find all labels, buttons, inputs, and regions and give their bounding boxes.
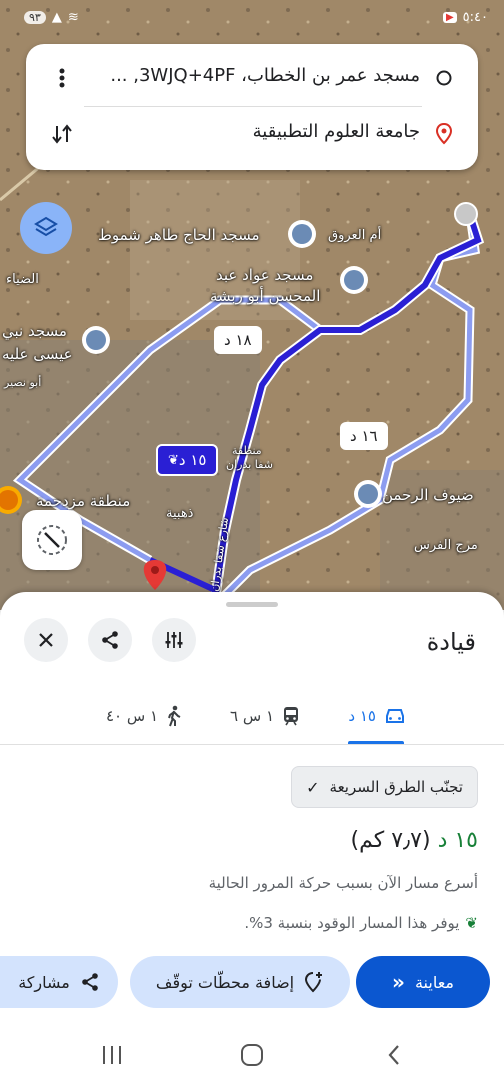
tune-icon — [165, 632, 183, 648]
route-summary: ١٥ د (٧٫٧ كم) — [350, 828, 478, 853]
add-location-icon — [305, 972, 323, 993]
add-stops-label: إضافة محطّات توقّف — [155, 972, 295, 992]
route-duration: ١٥ د — [437, 828, 478, 853]
layers-button[interactable] — [20, 202, 72, 254]
share-icon — [82, 973, 98, 991]
place-label-marj: مرج الفرس — [414, 538, 478, 553]
route-main-time: ١٥ د — [178, 451, 207, 469]
walk-icon — [168, 705, 181, 727]
origin-circle-icon — [430, 64, 458, 92]
fuel-saving-note: ❦ يوفر هذا المسار الوقود بنسبة 3%. — [244, 914, 478, 932]
mode-title: قيادة — [426, 628, 476, 656]
route-description: أسرع مسار الآن بسبب حركة المرور الحالية — [208, 874, 478, 892]
status-time: ٥:٤٠ — [462, 10, 488, 25]
tab-walking[interactable]: ١ س ٤٠ — [106, 688, 182, 744]
destination-row[interactable]: جامعة العلوم التطبيقية — [26, 108, 478, 160]
destination-text[interactable]: جامعة العلوم التطبيقية — [90, 121, 420, 142]
route-options-button[interactable] — [152, 618, 196, 662]
mosque-label-taher: مسجد الحاج طاهر شموط — [98, 226, 260, 244]
mosque-icon[interactable] — [288, 220, 316, 248]
mosque-icon[interactable] — [354, 480, 382, 508]
status-bar: ٩٣ ▲ ≋ ▶ ٥:٤٠ — [0, 0, 504, 36]
route-alt1-bubble[interactable]: ١٨ د — [214, 326, 262, 354]
place-label-urouq: أم العروق — [328, 228, 382, 243]
battery-indicator: ٩٣ — [24, 11, 46, 24]
close-icon — [39, 633, 53, 647]
mosque-icon[interactable] — [82, 326, 110, 354]
drag-handle[interactable] — [226, 602, 278, 607]
wifi-icon: ≋ — [67, 10, 79, 25]
double-chevron-icon: « — [392, 970, 405, 994]
share-icon — [102, 631, 118, 649]
youtube-icon: ▶ — [442, 12, 457, 23]
recent-apps-icon[interactable] — [103, 1046, 121, 1064]
route-alt2-bubble[interactable]: ١٦ د — [340, 422, 388, 450]
place-label-shafa-2: شفا بدران — [226, 458, 273, 471]
tab-walking-label: ١ س ٤٠ — [105, 707, 158, 725]
mosque-label-awad-2: المحسن أبو ربشة — [210, 287, 321, 305]
mosque-label-duyouf: ضيوف الرحمن — [382, 486, 474, 504]
tab-driving[interactable]: ١٥ د — [348, 688, 406, 744]
tab-transit-label: ١ س ٦ — [230, 707, 274, 725]
place-label-dhahabiya: ذهبية — [166, 506, 194, 521]
mosque-label-issa-2: عيسى عليه — [2, 345, 73, 363]
home-icon[interactable] — [241, 1044, 263, 1066]
fuel-saving-text: يوفر هذا المسار الوقود بنسبة 3%. — [244, 914, 460, 932]
leaf-icon: ❦ — [168, 452, 179, 468]
active-tab-indicator — [348, 741, 404, 744]
place-label-zahma: منطقة مزدحمة — [36, 492, 131, 510]
card-divider — [84, 106, 422, 107]
share-button[interactable]: مشاركة — [0, 956, 118, 1008]
directions-sheet: قيادة ١٥ د ١ س ٦ ١ س ٤٠ تجنّب الطرق السر… — [0, 592, 504, 1032]
train-icon — [284, 707, 298, 726]
leaf-icon: ❦ — [465, 914, 478, 932]
add-stops-button[interactable]: إضافة محطّات توقّف — [130, 956, 350, 1008]
swap-icon[interactable] — [48, 120, 76, 148]
mosque-label-awad-1: مسجد عواد عبد — [216, 266, 314, 284]
back-icon[interactable] — [388, 1045, 399, 1065]
layers-icon — [34, 216, 58, 237]
preview-label: معاينة — [414, 972, 454, 992]
compass-icon — [37, 525, 67, 555]
travel-mode-tabs: ١٥ د ١ س ٦ ١ س ٤٠ — [0, 688, 504, 745]
route-alt2-time: ١٦ د — [350, 427, 378, 445]
tab-transit[interactable]: ١ س ٦ — [230, 688, 300, 744]
map-view[interactable]: ٩٣ ▲ ≋ ▶ ٥:٤٠ مسجد عمر بن الخطاب، 3WJQ+4… — [0, 0, 504, 610]
route-distance: (٧٫٧ كم) — [350, 828, 431, 853]
car-icon — [386, 709, 404, 723]
check-icon: ✓ — [306, 777, 320, 797]
origin-row[interactable]: مسجد عمر بن الخطاب، 3WJQ+4PF, ... — [26, 52, 478, 104]
origin-text[interactable]: مسجد عمر بن الخطاب، 3WJQ+4PF, ... — [90, 65, 420, 86]
tab-driving-label: ١٥ د — [348, 707, 376, 725]
preview-button[interactable]: معاينة « — [356, 956, 490, 1008]
avoid-highways-chip[interactable]: تجنّب الطرق السريعة ✓ — [291, 766, 478, 808]
directions-card: مسجد عمر بن الخطاب، 3WJQ+4PF, ... جامعة … — [26, 44, 478, 170]
origin-marker — [454, 202, 478, 226]
mosque-icon[interactable] — [340, 266, 368, 294]
close-button[interactable] — [24, 618, 68, 662]
place-label-diaa: الضياء — [6, 272, 39, 287]
mosque-label-issa-1: مسجد نبي — [2, 322, 67, 340]
recenter-button[interactable] — [22, 510, 82, 570]
place-label-shafa-1: منطقة — [232, 444, 262, 457]
signal-icon: ▲ — [51, 10, 62, 25]
more-options-icon[interactable] — [48, 64, 76, 92]
system-nav-bar — [0, 1032, 504, 1080]
location-pin-icon — [430, 120, 458, 148]
share-route-button[interactable] — [88, 618, 132, 662]
route-main-bubble[interactable]: ١٥ د ❦ — [156, 444, 219, 476]
share-label: مشاركة — [18, 972, 70, 992]
place-label-abu-nusair: أبو نصير — [4, 376, 42, 389]
route-alt1-time: ١٨ د — [224, 331, 252, 349]
chip-label: تجنّب الطرق السريعة — [329, 778, 463, 796]
